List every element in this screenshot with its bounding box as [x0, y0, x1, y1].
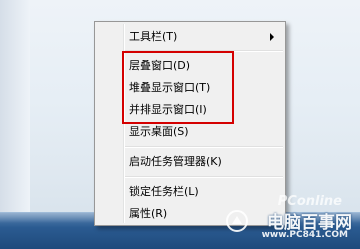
- menu-item-label: 启动任务管理器(K): [129, 155, 222, 168]
- menu-separator: [125, 146, 283, 148]
- annotation-highlight-box: [122, 51, 234, 124]
- menu-separator: [125, 176, 283, 178]
- menu-item-label: 锁定任务栏(L): [129, 185, 199, 198]
- menu-item-lock-taskbar[interactable]: 锁定任务栏(L): [129, 181, 199, 203]
- menu-item-toolbars[interactable]: 工具栏(T): [129, 26, 177, 48]
- menu-item-label: 工具栏(T): [129, 30, 178, 43]
- watermark-url: www.PC841.COM: [261, 230, 348, 240]
- menu-item-show-desktop[interactable]: 显示桌面(S): [129, 121, 189, 143]
- menu-item-label: 显示桌面(S): [129, 125, 189, 138]
- submenu-arrow-icon: [270, 33, 274, 41]
- site-watermark: PConline 电脑百事网 www.PC841.COM: [222, 194, 352, 244]
- menu-item-label: 属性(R): [129, 207, 168, 220]
- window-edge: [0, 0, 30, 212]
- menu-item-task-manager[interactable]: 启动任务管理器(K): [129, 151, 222, 173]
- brand-logo-icon: [226, 210, 248, 232]
- menu-item-properties[interactable]: 属性(R): [129, 203, 167, 225]
- watermark-brand-top: PConline: [277, 194, 342, 209]
